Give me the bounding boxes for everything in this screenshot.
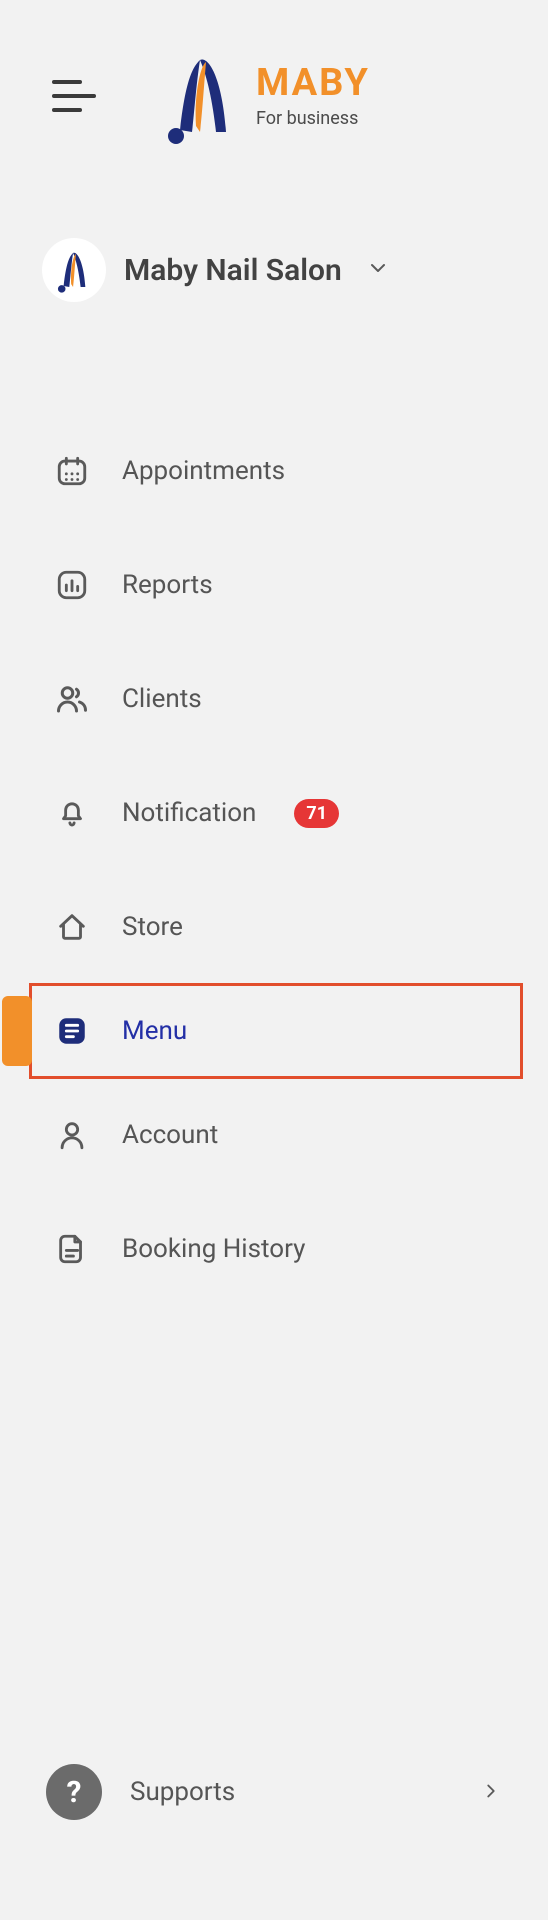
logo-subtitle: For business	[256, 110, 370, 128]
supports-label: Supports	[130, 1777, 452, 1807]
nav-item-store[interactable]: Store	[0, 870, 548, 984]
nav-label: Booking History	[122, 1234, 305, 1264]
salon-name: Maby Nail Salon	[124, 253, 342, 288]
nav-label: Clients	[122, 684, 202, 714]
notification-badge: 71	[294, 799, 339, 828]
salon-selector[interactable]: Maby Nail Salon	[0, 238, 548, 302]
logo-mark-icon	[166, 46, 238, 146]
home-icon	[54, 909, 90, 945]
nav-item-notification[interactable]: Notification 71	[0, 756, 548, 870]
help-icon: ?	[46, 1764, 102, 1820]
user-icon	[54, 1117, 90, 1153]
nav-label: Store	[122, 912, 183, 942]
chevron-right-icon	[480, 1775, 502, 1810]
chart-icon	[54, 567, 90, 603]
nav-label: Appointments	[122, 456, 285, 486]
nav-label: Notification	[122, 798, 256, 828]
nav-label: Account	[122, 1120, 218, 1150]
header: MABY For business	[0, 0, 548, 146]
nav-item-menu[interactable]: Menu	[30, 984, 522, 1078]
nav-item-reports[interactable]: Reports	[0, 528, 548, 642]
hamburger-menu-icon[interactable]	[52, 76, 96, 116]
nav-label: Menu	[122, 1016, 187, 1046]
nav-item-booking-history[interactable]: Booking History	[0, 1192, 548, 1306]
document-icon	[54, 1231, 90, 1267]
nav-label: Reports	[122, 570, 213, 600]
logo: MABY For business	[166, 46, 370, 146]
nav-item-appointments[interactable]: Appointments	[0, 414, 548, 528]
nav-item-clients[interactable]: Clients	[0, 642, 548, 756]
chevron-down-icon	[366, 256, 390, 284]
calendar-icon	[54, 453, 90, 489]
menu-list-icon	[54, 1013, 90, 1049]
users-icon	[54, 681, 90, 717]
nav-item-account[interactable]: Account	[0, 1078, 548, 1192]
salon-avatar	[42, 238, 106, 302]
logo-brand-text: MABY	[256, 64, 370, 102]
supports-button[interactable]: ? Supports	[46, 1764, 502, 1820]
bell-icon	[54, 795, 90, 831]
sidebar-nav: Appointments Reports Clients	[0, 414, 548, 1306]
